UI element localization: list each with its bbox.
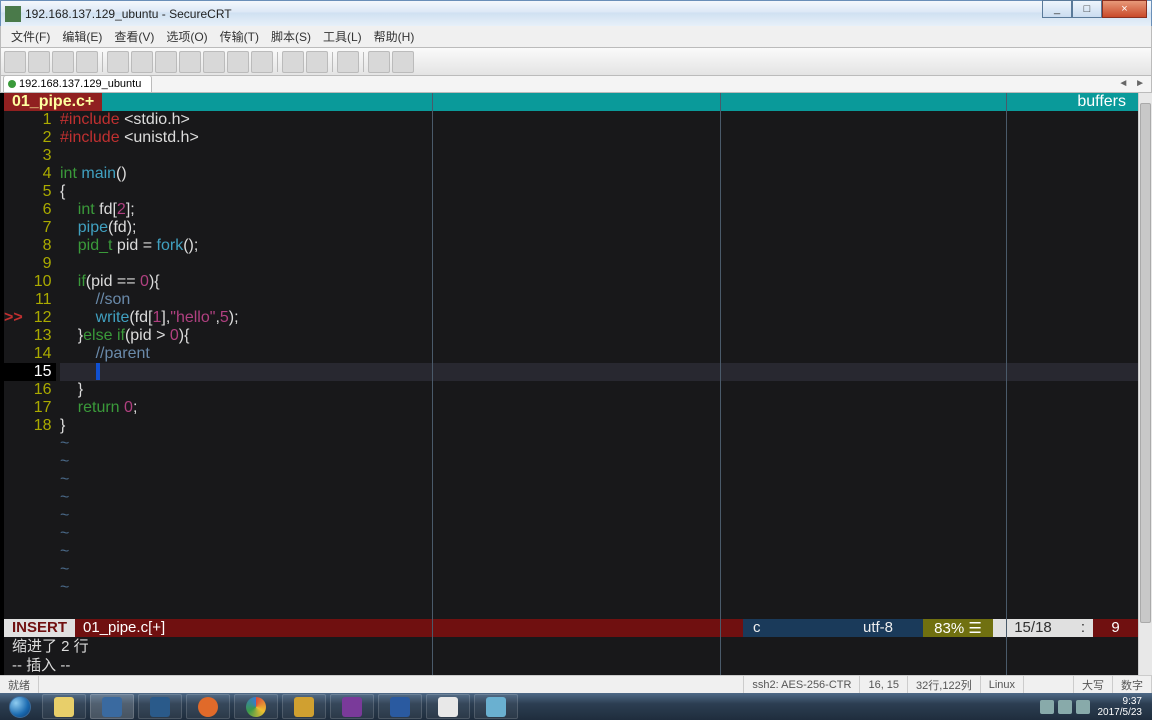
menu-script[interactable]: 脚本(S): [265, 28, 317, 45]
window-title: 192.168.137.129_ubuntu - SecureCRT: [25, 7, 232, 21]
tool-btn[interactable]: [227, 51, 249, 73]
vim-percent: 83% ☰: [923, 619, 993, 637]
menu-edit[interactable]: 编辑(E): [56, 28, 108, 45]
maximize-button[interactable]: □: [1072, 0, 1102, 18]
menu-view[interactable]: 查看(V): [108, 28, 160, 45]
tray-volume-icon[interactable]: [1076, 700, 1090, 714]
menu-bar: 文件(F) 编辑(E) 查看(V) 选项(O) 传输(T) 脚本(S) 工具(L…: [0, 26, 1152, 48]
tool-btn[interactable]: [392, 51, 414, 73]
separator: [102, 52, 103, 72]
vim-file: 01_pipe.c[+]: [75, 619, 173, 637]
task-app3[interactable]: [426, 694, 470, 719]
status-ready: 就绪: [0, 676, 39, 693]
vim-msg1: 缩进了 2 行: [12, 637, 1124, 656]
menu-options[interactable]: 选项(O): [160, 28, 213, 45]
task-word[interactable]: [378, 694, 422, 719]
vim-mode: INSERT: [4, 619, 75, 637]
vim-sep: :: [1073, 619, 1093, 637]
status-ssh: ssh2: AES-256-CTR: [744, 676, 860, 693]
column-guide: [432, 93, 433, 675]
vim-statusline: INSERT 01_pipe.c[+] c utf-8 83% ☰ 15/18 …: [4, 619, 1138, 637]
task-onenote[interactable]: [330, 694, 374, 719]
vim-encoding: utf-8: [833, 619, 923, 637]
separator: [363, 52, 364, 72]
tool-btn[interactable]: [155, 51, 177, 73]
status-os: Linux: [981, 676, 1024, 693]
vim-col: 9: [1093, 619, 1138, 637]
buffers-label: buffers: [1077, 93, 1138, 111]
minimize-button[interactable]: _: [1042, 0, 1072, 18]
vim-topbar: 01_pipe.c+ buffers: [4, 93, 1138, 111]
tool-btn[interactable]: [306, 51, 328, 73]
vertical-scrollbar[interactable]: [1138, 93, 1152, 675]
tool-btn[interactable]: [52, 51, 74, 73]
tool-btn[interactable]: [251, 51, 273, 73]
tray-icon[interactable]: [1058, 700, 1072, 714]
status-cursor: 16, 15: [860, 676, 908, 693]
task-explorer[interactable]: [42, 694, 86, 719]
task-securecrt[interactable]: [90, 694, 134, 719]
column-guide: [720, 93, 721, 675]
line-gutter: 1 2 3 4 5 6 7 8 9 10 11 >>12 13 14 15 16…: [4, 111, 56, 597]
column-guide: [1006, 93, 1007, 675]
menu-transfer[interactable]: 传输(T): [214, 28, 265, 45]
app-icon: [5, 6, 21, 22]
toolbar: [0, 48, 1152, 76]
task-chrome[interactable]: [234, 694, 278, 719]
tool-btn[interactable]: [282, 51, 304, 73]
tool-btn[interactable]: [337, 51, 359, 73]
status-num: 数字: [1113, 676, 1152, 693]
tray-icon[interactable]: [1040, 700, 1054, 714]
status-caps: 大写: [1074, 676, 1113, 693]
tool-btn[interactable]: [179, 51, 201, 73]
separator: [332, 52, 333, 72]
close-button[interactable]: ×: [1102, 0, 1147, 18]
session-tab[interactable]: 192.168.137.129_ubuntu: [3, 75, 152, 92]
tool-btn[interactable]: [28, 51, 50, 73]
task-paint[interactable]: [474, 694, 518, 719]
vim-position: 15/18: [993, 619, 1073, 637]
tool-btn[interactable]: [203, 51, 225, 73]
tool-btn[interactable]: [107, 51, 129, 73]
terminal-area[interactable]: 01_pipe.c+ buffers 1 2 3 4 5 6 7 8 9 10 …: [4, 93, 1138, 675]
start-orb-icon: [9, 696, 31, 718]
vim-msg2: -- 插入 --: [12, 656, 1124, 675]
session-tab-row: 192.168.137.129_ubuntu ◄ ►: [0, 76, 1152, 93]
vim-filename-tab: 01_pipe.c+: [4, 93, 102, 111]
system-tray[interactable]: 9:372017/5/23: [1038, 696, 1152, 718]
tab-label: 192.168.137.129_ubuntu: [19, 78, 141, 90]
task-app2[interactable]: [282, 694, 326, 719]
tab-nav-arrows[interactable]: ◄ ►: [1118, 78, 1147, 89]
windows-taskbar: 9:372017/5/23: [0, 693, 1152, 720]
window-titlebar: 192.168.137.129_ubuntu - SecureCRT _ □ ×: [0, 0, 1152, 26]
start-button[interactable]: [0, 693, 40, 720]
task-firefox[interactable]: [186, 694, 230, 719]
tool-btn[interactable]: [131, 51, 153, 73]
tool-btn[interactable]: [368, 51, 390, 73]
vim-msg-area: 缩进了 2 行 -- 插入 --: [8, 637, 1124, 675]
tool-btn[interactable]: [76, 51, 98, 73]
crt-status-bar: 就绪 ssh2: AES-256-CTR 16, 15 32行,122列 Lin…: [0, 675, 1152, 693]
tool-btn[interactable]: [4, 51, 26, 73]
scroll-thumb[interactable]: [1140, 103, 1151, 623]
menu-help[interactable]: 帮助(H): [368, 28, 421, 45]
menu-tools[interactable]: 工具(L): [317, 28, 368, 45]
connected-icon: [8, 80, 16, 88]
tray-clock[interactable]: 9:372017/5/23: [1092, 696, 1149, 718]
code-area[interactable]: #include <stdio.h>#include <unistd.h> in…: [60, 111, 1138, 597]
vim-filetype: c: [743, 619, 833, 637]
task-app[interactable]: [138, 694, 182, 719]
separator: [277, 52, 278, 72]
menu-file[interactable]: 文件(F): [5, 28, 56, 45]
status-size: 32行,122列: [908, 676, 981, 693]
